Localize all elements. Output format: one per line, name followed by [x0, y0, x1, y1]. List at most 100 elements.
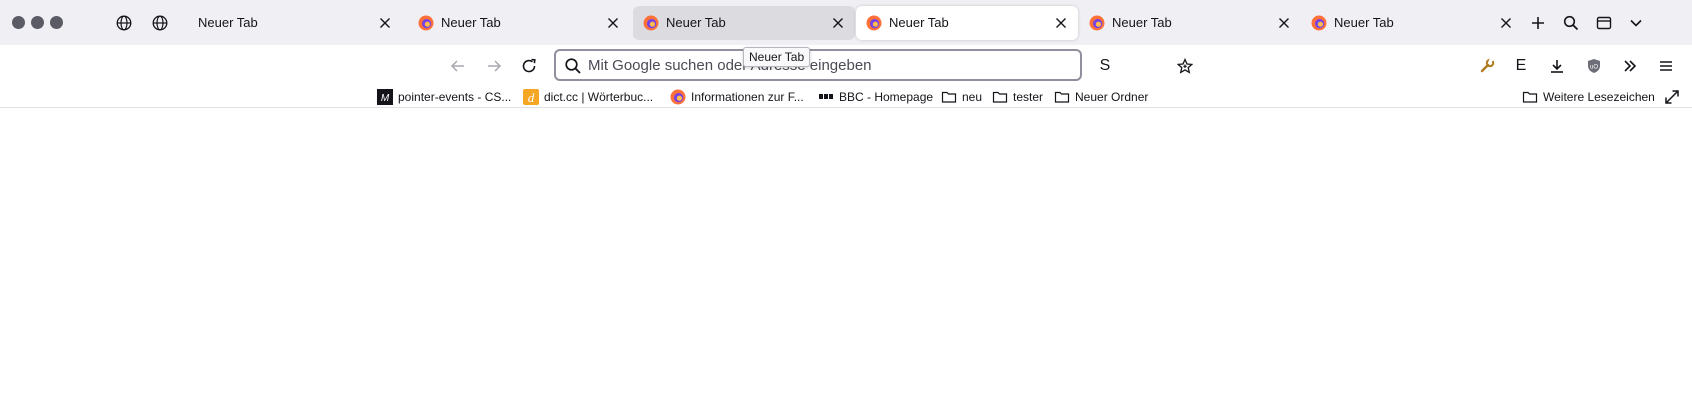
tab-bar: Neuer Tab Neuer Tab Neuer Tab Neuer Tab …: [0, 0, 1692, 45]
extension-s-button[interactable]: S: [1092, 53, 1118, 79]
firefox-icon: [418, 15, 434, 31]
reload-icon: [522, 58, 536, 73]
extension-s-label: S: [1099, 57, 1111, 74]
bookmarks-bar: M pointer-events - CS... d dict.cc | Wör…: [0, 87, 1692, 108]
tab-label: Neuer Tab: [1334, 15, 1394, 30]
bookmark-star-button[interactable]: [1172, 53, 1198, 79]
bookmark-folder-tester[interactable]: tester: [992, 87, 1043, 107]
window-minimize-button[interactable]: [31, 16, 44, 29]
wrench-icon: [1480, 58, 1495, 73]
tab-4[interactable]: Neuer Tab: [856, 6, 1078, 40]
star-icon: [1177, 58, 1193, 74]
tab-6[interactable]: Neuer Tab: [1301, 6, 1523, 40]
navigation-bar: S E uO: [0, 45, 1692, 87]
bookmark-bbc[interactable]: BBC - Homepage: [818, 87, 933, 107]
sidebar-icon: [1596, 16, 1612, 30]
bookmark-label: Neuer Ordner: [1075, 90, 1149, 104]
tab-close-button[interactable]: [604, 14, 622, 32]
tab-close-button[interactable]: [1497, 14, 1515, 32]
globe-icon: [116, 15, 132, 31]
search-icon: [565, 58, 581, 74]
tab-close-button[interactable]: [829, 14, 847, 32]
arrow-right-icon: [488, 60, 502, 72]
tab-tooltip: Neuer Tab: [743, 47, 811, 67]
tab-1[interactable]: Neuer Tab: [186, 6, 402, 40]
close-icon: [833, 18, 843, 28]
tab-label: Neuer Tab: [441, 15, 501, 30]
url-bar[interactable]: [554, 49, 1082, 81]
other-bookmarks-folder[interactable]: Weitere Lesezeichen: [1522, 87, 1655, 107]
sidebar-toggle-button[interactable]: [1593, 12, 1615, 34]
bbc-icon: [818, 89, 834, 105]
list-all-tabs-button[interactable]: [1625, 12, 1647, 34]
bookmark-label: tester: [1013, 90, 1044, 104]
globe-icon: [152, 15, 168, 31]
firefox-icon: [866, 15, 882, 31]
folder-icon: [1054, 89, 1070, 105]
url-input[interactable]: [588, 53, 1068, 77]
svg-text:d: d: [528, 90, 535, 105]
bookmark-label: Informationen zur F...: [691, 90, 804, 104]
svg-text:uO: uO: [1590, 65, 1598, 71]
tab-5[interactable]: Neuer Tab: [1079, 6, 1301, 40]
firefox-icon: [670, 89, 686, 105]
firefox-icon: [1089, 15, 1105, 31]
close-icon: [1501, 18, 1511, 28]
expand-arrows-icon: [1664, 89, 1680, 105]
double-chevron-right-icon: [1624, 60, 1637, 72]
extension-e-button[interactable]: E: [1508, 53, 1534, 79]
tab-2[interactable]: Neuer Tab: [408, 6, 630, 40]
close-icon: [380, 18, 390, 28]
folder-icon: [941, 89, 957, 105]
folder-icon: [1522, 89, 1538, 105]
page-content: [0, 108, 1692, 418]
bookmark-label: BBC - Homepage: [839, 90, 934, 104]
bookmark-dictcc[interactable]: d dict.cc | Wörterbuc...: [523, 87, 653, 107]
browser-window: Neuer Tab Neuer Tab Neuer Tab Neuer Tab …: [0, 0, 1692, 418]
bookmark-firefox-info[interactable]: Informationen zur F...: [670, 87, 804, 107]
tab-label: Neuer Tab: [1112, 15, 1172, 30]
window-close-button[interactable]: [12, 16, 25, 29]
close-icon: [1056, 18, 1066, 28]
reload-button[interactable]: [516, 53, 542, 79]
folder-icon: [992, 89, 1008, 105]
new-tab-button[interactable]: [1527, 12, 1549, 34]
tab-close-button[interactable]: [1275, 14, 1293, 32]
bookmark-label: neu: [962, 90, 983, 104]
pinned-tab-2[interactable]: [149, 12, 171, 34]
other-bookmarks-label: Weitere Lesezeichen: [1543, 90, 1655, 104]
more-tools-button[interactable]: [1617, 53, 1643, 79]
bookmark-folder-neu[interactable]: neu: [941, 87, 982, 107]
hamburger-menu-icon: [1660, 61, 1672, 71]
download-icon: [1551, 60, 1563, 73]
downloads-button[interactable]: [1544, 53, 1570, 79]
tab-label: Neuer Tab: [198, 15, 258, 30]
dictcc-icon: d: [523, 89, 539, 105]
chevron-down-icon: [1630, 19, 1642, 27]
back-button[interactable]: [445, 53, 471, 79]
tab-label: Neuer Tab: [889, 15, 949, 30]
app-menu-button[interactable]: [1653, 53, 1679, 79]
window-zoom-button[interactable]: [50, 16, 63, 29]
expand-button[interactable]: [1664, 87, 1685, 107]
firefox-icon: [1311, 15, 1327, 31]
ublock-button[interactable]: uO: [1581, 53, 1607, 79]
arrow-left-icon: [450, 60, 464, 72]
svg-text:M: M: [381, 93, 390, 104]
forward-button[interactable]: [481, 53, 507, 79]
tab-close-button[interactable]: [1052, 14, 1070, 32]
shield-icon: uO: [1588, 59, 1600, 73]
bookmark-label: pointer-events - CS...: [398, 90, 512, 104]
plus-icon: [1532, 17, 1544, 29]
pinned-tab-1[interactable]: [113, 12, 135, 34]
search-tabs-button[interactable]: [1560, 12, 1582, 34]
extension-e-label: E: [1515, 57, 1527, 74]
tab-3[interactable]: Neuer Tab: [633, 6, 855, 40]
bookmark-folder-neuer-ordner[interactable]: Neuer Ordner: [1054, 87, 1148, 107]
search-icon: [1563, 15, 1579, 31]
tab-close-button[interactable]: [376, 14, 394, 32]
close-icon: [1279, 18, 1289, 28]
devtools-button[interactable]: [1474, 53, 1500, 79]
bookmark-pointer-events[interactable]: M pointer-events - CS...: [377, 87, 511, 107]
tab-label: Neuer Tab: [666, 15, 726, 30]
